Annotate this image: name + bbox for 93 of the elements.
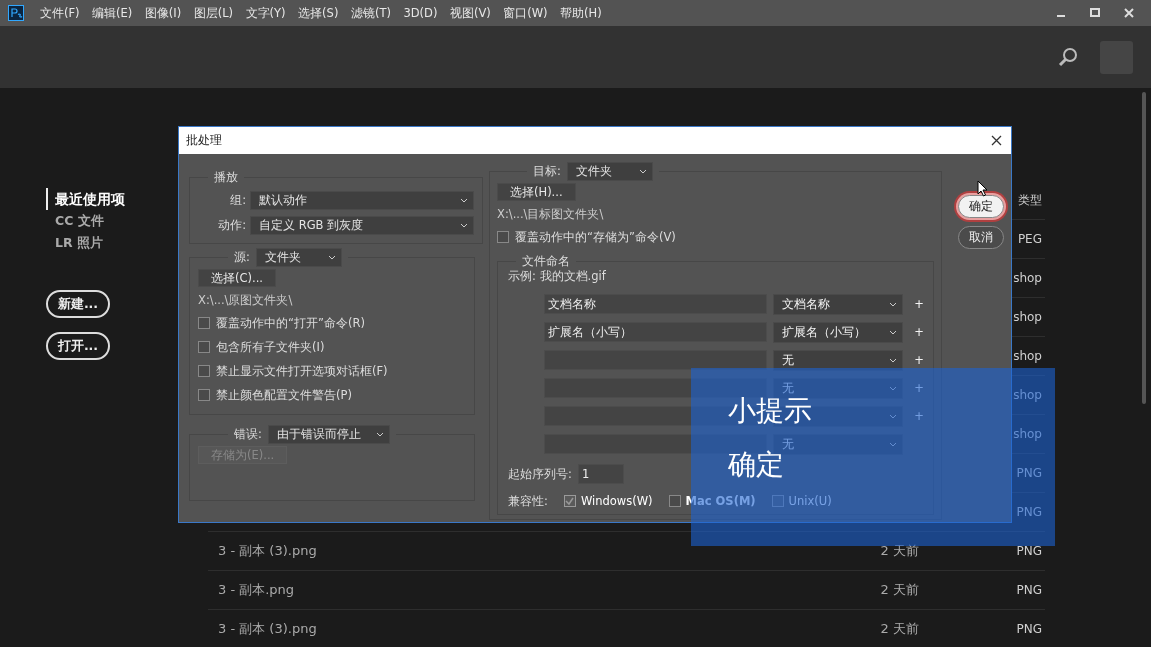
dropdown[interactable]: 扩展名（小写） bbox=[773, 321, 903, 343]
file-type: PNG bbox=[1016, 544, 1042, 558]
file-type: PNG bbox=[1016, 622, 1042, 636]
input-field[interactable]: 1 bbox=[577, 464, 624, 484]
scrollbar[interactable] bbox=[1142, 92, 1146, 404]
dropdown[interactable]: 由于错误而停止 bbox=[267, 425, 390, 444]
checkbox-label: Windows(W) bbox=[580, 494, 653, 508]
checkbox[interactable] bbox=[497, 231, 509, 243]
field-label: 错误: bbox=[234, 427, 262, 442]
menu-item[interactable]: 文字(Y) bbox=[245, 5, 286, 21]
caret-icon bbox=[889, 301, 897, 307]
choose-button[interactable]: 选择(C)... bbox=[198, 269, 276, 287]
dropdown[interactable]: 自定义 RGB 到灰度 bbox=[250, 216, 474, 235]
file-name[interactable]: 3 - 副本 (3).png bbox=[218, 543, 317, 558]
sidebar-button[interactable]: 新建... bbox=[46, 290, 110, 318]
file-name[interactable]: 3 - 副本 (3).png bbox=[218, 621, 317, 636]
menu-item[interactable]: 窗口(W) bbox=[503, 5, 548, 21]
cancel-button[interactable]: 取消 bbox=[958, 226, 1004, 249]
checkbox-label: 禁止显示文件打开选项对话框(F) bbox=[216, 363, 388, 379]
caret-icon bbox=[460, 223, 468, 228]
checkbox[interactable] bbox=[198, 317, 210, 329]
dropdown[interactable]: 默认动作 bbox=[250, 191, 474, 210]
close-icon[interactable] bbox=[991, 135, 1002, 146]
file-type: shop bbox=[1013, 271, 1042, 285]
file-type: PNG bbox=[1016, 583, 1042, 597]
group-label: 播放 bbox=[213, 170, 239, 185]
menu-item[interactable]: 文件(F) bbox=[40, 5, 80, 21]
checkbox-label: 覆盖动作中的“存储为”命令(V) bbox=[515, 229, 676, 245]
checkbox-label: 覆盖动作中的“打开”命令(R) bbox=[216, 315, 365, 331]
caret-icon bbox=[889, 357, 897, 363]
menu-item[interactable]: 图层(L) bbox=[193, 5, 234, 21]
pointer-icon bbox=[977, 180, 989, 197]
choose-button[interactable]: 选择(H)... bbox=[497, 183, 576, 201]
file-type: PNG bbox=[1016, 505, 1042, 519]
menu-item[interactable]: 滤镜(T) bbox=[350, 5, 391, 21]
example-text: 示例: 我的文档.gif bbox=[508, 269, 607, 284]
menu-item[interactable]: 帮助(H) bbox=[560, 5, 602, 21]
field-label: 起始序列号: bbox=[508, 466, 572, 482]
maximize-icon[interactable] bbox=[1089, 7, 1101, 19]
group-label: 文件命名 bbox=[521, 254, 571, 269]
column-heading: 类型 bbox=[1018, 193, 1042, 207]
menu-item[interactable]: 图像(I) bbox=[144, 5, 182, 21]
caret-icon bbox=[889, 329, 897, 335]
add-button[interactable]: + bbox=[914, 297, 924, 311]
folder-path: X:\...\原图文件夹\ bbox=[198, 293, 294, 308]
checkbox[interactable] bbox=[198, 341, 210, 353]
file-name[interactable]: 3 - 副本.png bbox=[218, 582, 295, 597]
input-field[interactable] bbox=[544, 350, 767, 370]
dialog-title: 批处理 bbox=[186, 133, 222, 148]
ps-logo-icon bbox=[8, 5, 24, 21]
add-button[interactable]: + bbox=[914, 353, 924, 367]
menu-item[interactable]: 3D(D) bbox=[403, 6, 438, 20]
search-icon[interactable] bbox=[1058, 47, 1078, 67]
caret-icon bbox=[889, 385, 897, 391]
field-label: 源: bbox=[234, 250, 250, 265]
file-type: PEG bbox=[1017, 232, 1042, 246]
file-date: 2 天前 bbox=[880, 582, 919, 597]
file-type: shop bbox=[1013, 349, 1042, 363]
file-type: shop bbox=[1013, 427, 1042, 441]
caret-icon bbox=[327, 255, 336, 260]
checkbox-label: 禁止颜色配置文件警告(P) bbox=[216, 387, 352, 403]
menu-item[interactable]: 编辑(E) bbox=[92, 5, 133, 21]
input-field[interactable]: 文档名称 bbox=[544, 294, 767, 314]
sidebar-button[interactable]: 打开... bbox=[46, 332, 110, 360]
file-type: PNG bbox=[1016, 466, 1042, 480]
caret-icon bbox=[460, 198, 468, 203]
file-type: shop bbox=[1013, 310, 1042, 324]
input-field[interactable]: 扩展名（小写） bbox=[544, 322, 767, 342]
menu-item[interactable]: 视图(V) bbox=[449, 5, 491, 21]
checkbox[interactable] bbox=[198, 389, 210, 401]
dropdown[interactable]: 文件夹 bbox=[255, 248, 342, 267]
dropdown[interactable]: 文件夹 bbox=[566, 162, 653, 181]
checkbox[interactable] bbox=[198, 365, 210, 377]
field-label: 动作: bbox=[217, 218, 246, 233]
dropdown[interactable]: 无 bbox=[773, 349, 903, 371]
field-label: 目标: bbox=[533, 164, 561, 179]
input-field[interactable] bbox=[544, 378, 767, 398]
add-button[interactable]: + bbox=[914, 325, 924, 339]
file-date: 2 天前 bbox=[880, 543, 919, 558]
checkbox-label: 包含所有子文件夹(I) bbox=[216, 339, 325, 355]
caret-icon bbox=[638, 169, 647, 174]
menu-item[interactable]: 选择(S) bbox=[298, 5, 339, 21]
field-label: 兼容性: bbox=[508, 493, 548, 509]
file-type: shop bbox=[1013, 388, 1042, 402]
folder-path: X:\...\目标图文件夹\ bbox=[497, 207, 605, 222]
caret-icon bbox=[375, 432, 384, 437]
checkbox-label: Unix(U) bbox=[788, 494, 832, 508]
file-date: 2 天前 bbox=[880, 621, 919, 636]
field-label: 组: bbox=[229, 193, 246, 208]
caret-icon bbox=[889, 441, 897, 447]
checkbox[interactable] bbox=[668, 495, 681, 507]
dropdown[interactable]: 文档名称 bbox=[773, 293, 903, 315]
caret-icon bbox=[889, 413, 897, 419]
